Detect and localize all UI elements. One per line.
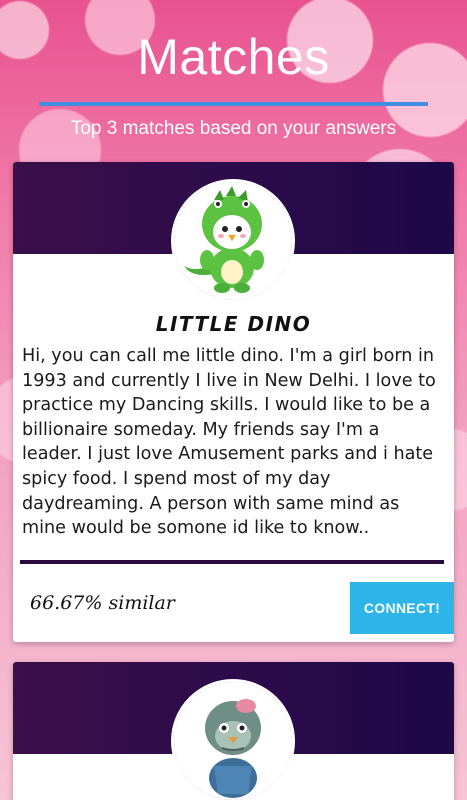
dino-costume-avatar-icon <box>171 179 295 303</box>
similarity-score: 66.67% similar <box>30 592 175 614</box>
match-bio: Hi, you can call me little dino. I'm a g… <box>22 346 436 539</box>
page-title: Matches <box>137 29 330 85</box>
match-name: LITTLE DINO <box>155 312 312 336</box>
zombie-penguin-avatar-icon <box>171 679 295 800</box>
title-divider <box>39 102 428 106</box>
card-separator <box>20 560 444 564</box>
page-subtitle: Top 3 matches based on your answers <box>70 118 397 139</box>
match-card: LITTLE DINO Hi, you can call me little d… <box>13 162 454 642</box>
match-card <box>13 662 454 800</box>
connect-button[interactable]: CONNECT! <box>350 582 454 634</box>
page-header: Matches Top 3 matches based on your answ… <box>0 0 467 160</box>
